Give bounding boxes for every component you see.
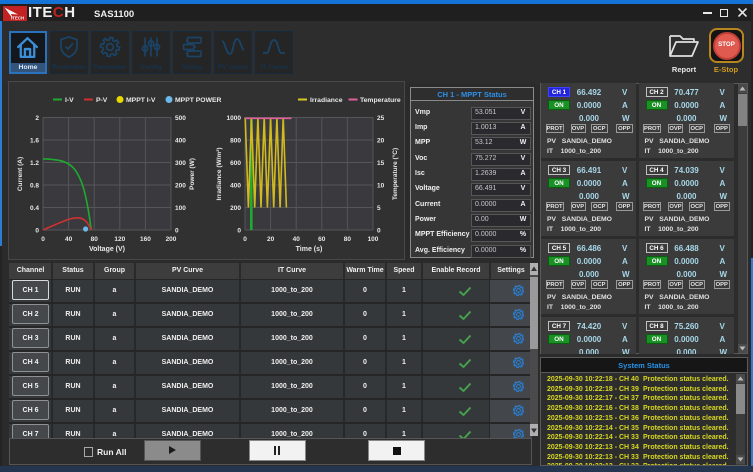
svg-text:160: 160 xyxy=(140,236,151,243)
svg-text:10: 10 xyxy=(377,182,385,189)
svg-text:P-V: P-V xyxy=(96,97,108,104)
svg-text:60: 60 xyxy=(318,236,326,243)
svg-text:0: 0 xyxy=(41,236,45,243)
svg-text:0: 0 xyxy=(35,227,39,234)
svg-text:80: 80 xyxy=(344,236,352,243)
svg-text:Temperature: Temperature xyxy=(360,97,401,104)
svg-text:20: 20 xyxy=(377,137,385,144)
svg-text:1.6: 1.6 xyxy=(30,137,39,144)
svg-text:100: 100 xyxy=(175,205,186,212)
svg-text:120: 120 xyxy=(114,236,125,243)
svg-text:0: 0 xyxy=(237,227,241,234)
svg-text:I-V: I-V xyxy=(65,97,74,104)
svg-text:400: 400 xyxy=(175,137,186,144)
svg-text:0: 0 xyxy=(377,227,381,234)
svg-text:200: 200 xyxy=(166,236,177,243)
svg-text:Time (s): Time (s) xyxy=(296,246,323,253)
svg-text:5: 5 xyxy=(377,205,381,212)
svg-text:Irradiance (W/m²): Irradiance (W/m²) xyxy=(216,147,223,200)
svg-text:Voltage (V): Voltage (V) xyxy=(89,246,125,253)
svg-text:0: 0 xyxy=(175,227,179,234)
svg-text:Temperature (°C): Temperature (°C) xyxy=(391,148,399,200)
svg-text:20: 20 xyxy=(267,236,275,243)
svg-text:15: 15 xyxy=(377,160,385,167)
svg-text:200: 200 xyxy=(175,182,186,189)
svg-text:1.2: 1.2 xyxy=(30,160,39,167)
svg-text:80: 80 xyxy=(91,236,99,243)
svg-text:40: 40 xyxy=(293,236,301,243)
svg-text:300: 300 xyxy=(175,160,186,167)
svg-text:2: 2 xyxy=(35,115,39,122)
svg-text:0: 0 xyxy=(243,236,247,243)
svg-text:Irradiance: Irradiance xyxy=(310,97,343,104)
svg-text:400: 400 xyxy=(230,182,241,189)
svg-text:0.4: 0.4 xyxy=(30,205,39,212)
svg-text:Power (W): Power (W) xyxy=(189,158,196,190)
svg-text:100: 100 xyxy=(368,236,379,243)
svg-text:800: 800 xyxy=(230,137,241,144)
svg-text:MPPT POWER: MPPT POWER xyxy=(175,97,222,104)
svg-text:600: 600 xyxy=(230,160,241,167)
svg-text:25: 25 xyxy=(377,115,385,122)
svg-text:Current (A): Current (A) xyxy=(17,157,24,191)
svg-text:1000: 1000 xyxy=(227,115,242,122)
svg-text:MPPT I-V: MPPT I-V xyxy=(126,97,156,104)
svg-text:500: 500 xyxy=(175,115,186,122)
svg-text:40: 40 xyxy=(65,236,73,243)
svg-text:200: 200 xyxy=(230,205,241,212)
svg-text:0.8: 0.8 xyxy=(30,182,39,189)
svg-text:ITECH: ITECH xyxy=(11,16,24,21)
